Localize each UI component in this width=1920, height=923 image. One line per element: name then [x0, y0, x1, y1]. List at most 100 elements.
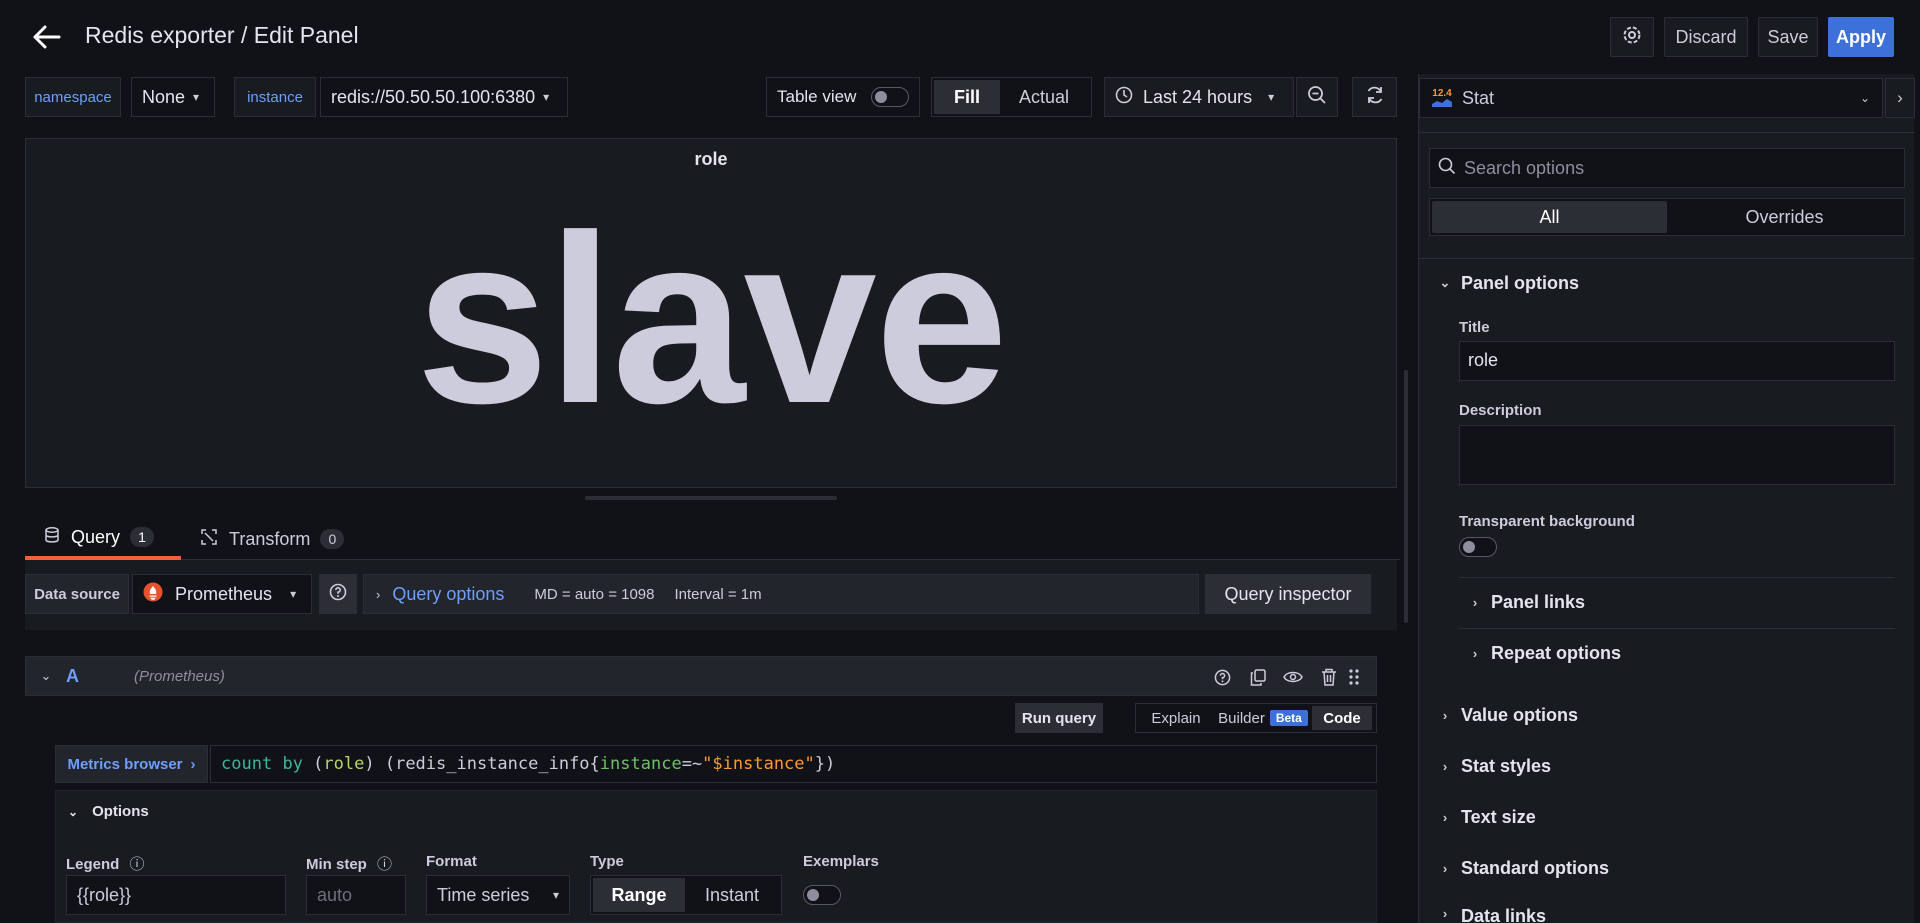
actual-option[interactable]: Actual	[1000, 80, 1088, 114]
section-data-links[interactable]: › Data links	[1429, 898, 1905, 923]
explain-toggle[interactable]: Explain	[1138, 710, 1214, 727]
info-icon: ⓘ	[377, 856, 393, 873]
discard-button[interactable]: Discard	[1664, 17, 1748, 57]
exemplars-label: Exemplars	[803, 853, 879, 870]
query-options-label: Query options	[392, 583, 505, 604]
code-mode[interactable]: Code	[1312, 706, 1372, 730]
namespace-select[interactable]: None ▾	[131, 77, 215, 117]
datasource-picker[interactable]: Prometheus ▾	[132, 574, 312, 614]
exemplars-switch[interactable]	[803, 885, 841, 905]
collapse-pane-button[interactable]: ›	[1885, 78, 1915, 118]
type-radio-group: Range Instant	[590, 875, 782, 915]
namespace-value: None	[142, 86, 186, 107]
metrics-browser-button[interactable]: Metrics browser ›	[55, 745, 208, 783]
panel-settings-button[interactable]	[1610, 17, 1654, 57]
interval-text: Interval = 1m	[674, 585, 762, 603]
tab-overrides[interactable]: Overrides	[1667, 201, 1902, 233]
code-token: count	[221, 754, 273, 774]
vertical-scrollbar[interactable]	[1404, 370, 1408, 623]
zoom-out-button[interactable]	[1296, 77, 1338, 117]
chevron-right-icon: ›	[1472, 594, 1478, 610]
legend-label: Legend ⓘ	[66, 856, 145, 873]
options-tab-toggle: All Overrides	[1429, 198, 1905, 236]
fill-option[interactable]: Fill	[934, 80, 1000, 114]
drag-handle-icon[interactable]	[1344, 667, 1364, 687]
section-panel-links[interactable]: › Panel links	[1459, 582, 1895, 622]
section-label: Text size	[1461, 806, 1536, 827]
title-input[interactable]: role	[1459, 341, 1895, 381]
search-icon	[1438, 157, 1456, 180]
help-icon[interactable]	[1212, 667, 1232, 687]
stat-viz-icon: 12.4	[1432, 89, 1452, 107]
chevron-down-icon: ⌄	[1439, 275, 1451, 290]
query-inspector-button[interactable]: Query inspector	[1205, 574, 1371, 614]
query-options-bar[interactable]: › Query options MD = auto = 1098 Interva…	[363, 574, 1199, 614]
table-view-toggle[interactable]: Table view	[766, 77, 920, 117]
section-panel-options[interactable]: ⌄ Panel options	[1429, 263, 1905, 303]
options-toggle[interactable]: ⌄ Options	[68, 803, 149, 820]
tab-transform[interactable]: Transform 0	[201, 518, 345, 560]
database-icon	[45, 526, 59, 548]
section-value-options[interactable]: › Value options	[1429, 695, 1905, 735]
transform-icon	[201, 528, 217, 550]
description-textarea[interactable]	[1459, 425, 1895, 485]
editor-tabs: Query 1 Transform 0	[25, 518, 1400, 560]
chevron-right-icon: ›	[1442, 809, 1448, 825]
instance-select[interactable]: redis://50.50.50.100:6380 ▾	[320, 77, 568, 117]
section-label: Panel options	[1461, 272, 1580, 293]
code-token: "$instance"	[702, 754, 815, 774]
save-button[interactable]: Save	[1758, 17, 1818, 57]
section-standard-options[interactable]: › Standard options	[1429, 848, 1905, 888]
query-ref-id[interactable]: A	[66, 666, 124, 687]
datasource-help-button[interactable]	[319, 574, 357, 614]
section-repeat-options[interactable]: › Repeat options	[1459, 633, 1895, 673]
prometheus-icon	[143, 582, 163, 607]
resize-handle[interactable]	[585, 496, 837, 500]
query-row-a: ⌄ A (Prometheus)	[25, 656, 1377, 696]
editor-mode-toggle: Explain Builder Beta Code	[1135, 703, 1377, 733]
variables-bar: namespace None ▾ instance redis://50.50.5…	[0, 74, 1400, 120]
section-text-size[interactable]: › Text size	[1429, 797, 1905, 837]
query-toolbar-row: Data source Prometheus ▾ › Query options…	[25, 574, 1397, 614]
chevron-down-icon: ▾	[193, 90, 200, 104]
chevron-down-icon: ⌄	[68, 805, 79, 819]
chevron-down-icon: ▾	[1268, 90, 1275, 104]
transparent-background-switch[interactable]	[1459, 537, 1497, 557]
code-token: instance	[599, 754, 682, 774]
instance-value: redis://50.50.50.100:6380	[331, 86, 536, 107]
section-label: Value options	[1461, 704, 1579, 725]
eye-icon[interactable]	[1283, 667, 1303, 687]
type-range-option[interactable]: Range	[593, 878, 685, 912]
tab-query[interactable]: Query 1	[25, 518, 181, 560]
section-stat-styles[interactable]: › Stat styles	[1429, 746, 1905, 786]
type-instant-option[interactable]: Instant	[685, 878, 779, 912]
variable-label-namespace: namespace	[25, 77, 121, 117]
refresh-button[interactable]	[1352, 77, 1397, 117]
back-arrow-icon[interactable]	[30, 22, 64, 52]
builder-mode-label: Builder	[1218, 709, 1265, 727]
tab-all-options[interactable]: All	[1432, 201, 1667, 233]
chevron-down-icon: ▾	[543, 90, 550, 104]
search-options-placeholder: Search options	[1464, 157, 1585, 178]
legend-input[interactable]: {{role}}	[66, 875, 286, 915]
chevron-down-icon[interactable]: ⌄	[26, 668, 66, 684]
promql-editor[interactable]: count by (role) (redis_instance_info{ins…	[210, 745, 1377, 783]
format-select[interactable]: Time series ▾	[426, 875, 570, 915]
trash-icon[interactable]	[1319, 667, 1339, 687]
min-step-input[interactable]: auto	[306, 875, 406, 915]
gear-icon	[1622, 25, 1642, 50]
divider	[1419, 132, 1915, 133]
visualization-name: Stat	[1462, 87, 1495, 108]
time-range-picker[interactable]: Last 24 hours ▾	[1104, 77, 1294, 117]
visualization-picker[interactable]: 12.4 Stat ⌄	[1419, 78, 1883, 118]
code-token: })	[814, 754, 836, 774]
metrics-browser-label: Metrics browser	[67, 755, 183, 773]
stat-value: slave	[415, 185, 1009, 453]
chevron-right-icon: ›	[376, 586, 381, 602]
duplicate-icon[interactable]	[1248, 667, 1268, 687]
apply-button[interactable]: Apply	[1828, 17, 1894, 57]
builder-mode[interactable]: Builder Beta	[1214, 710, 1312, 727]
table-view-switch[interactable]	[871, 87, 909, 107]
search-options-input[interactable]: Search options	[1429, 148, 1905, 188]
run-query-button[interactable]: Run query	[1015, 703, 1103, 733]
